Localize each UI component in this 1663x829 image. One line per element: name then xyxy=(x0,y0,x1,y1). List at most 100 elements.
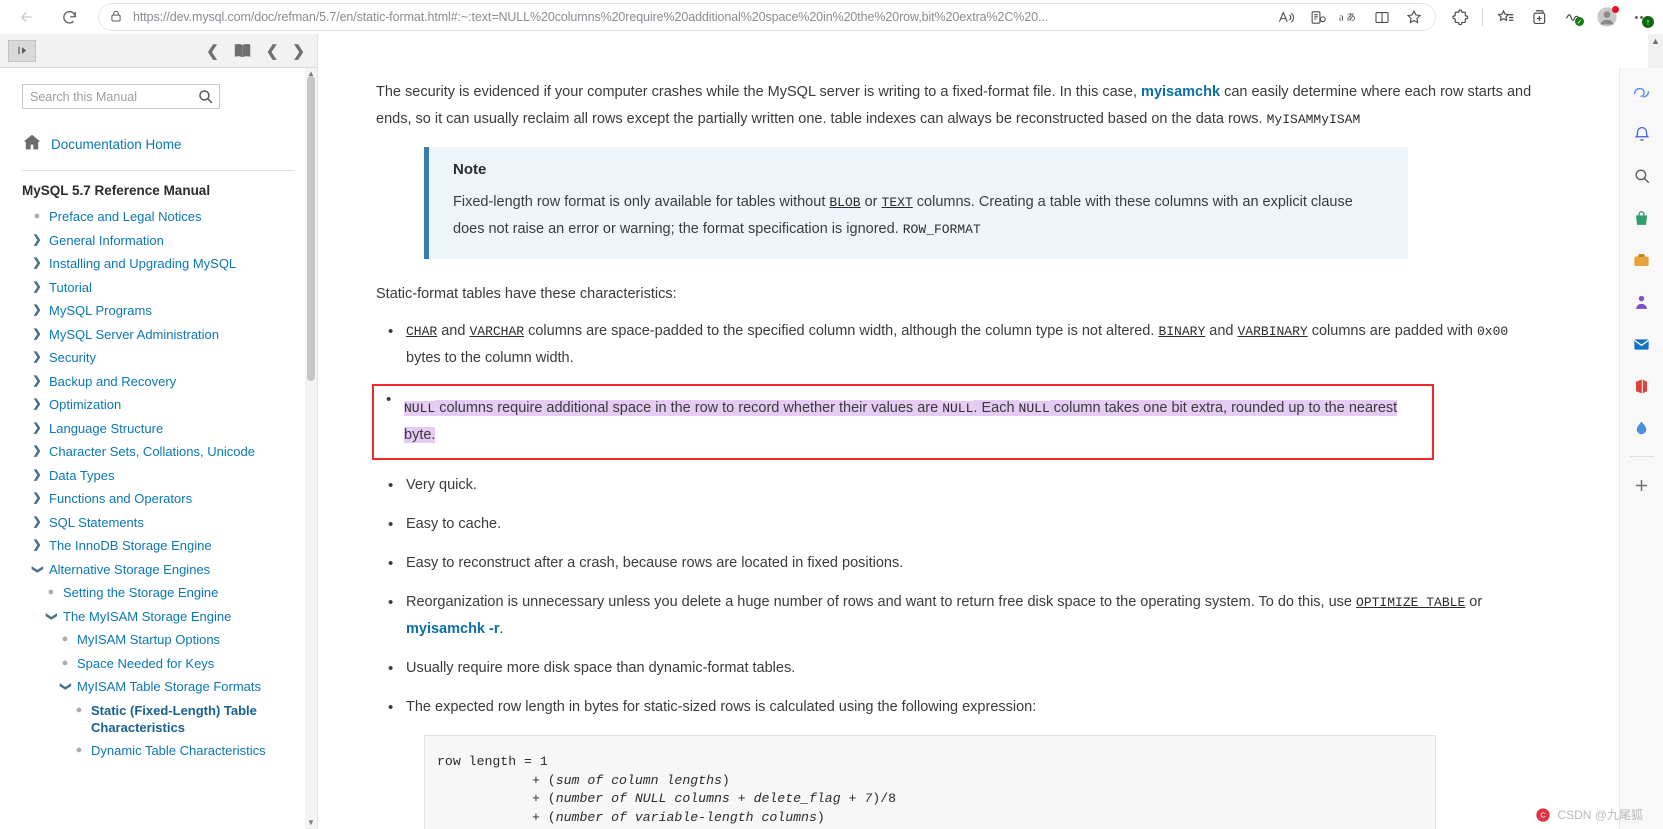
browser-essentials-icon[interactable]: ✓ xyxy=(1557,2,1589,32)
sidebar-item-space-needed-for-keys[interactable]: ● Space Needed for Keys xyxy=(22,655,295,672)
chevron-right-icon[interactable]: ❯ xyxy=(32,537,42,554)
chevron-right-icon[interactable]: ❯ xyxy=(32,420,42,437)
search-icon[interactable] xyxy=(197,88,214,110)
sidebar-item-label[interactable]: Backup and Recovery xyxy=(49,373,176,390)
sidebar-item-backup-and-recovery[interactable]: ❯ Backup and Recovery xyxy=(22,373,295,390)
myisamchk-link[interactable]: myisamchk xyxy=(1141,84,1220,100)
chevron-right-icon[interactable]: ❯ xyxy=(32,396,42,413)
reload-icon[interactable] xyxy=(52,2,86,32)
chevron-right-icon[interactable]: ❯ xyxy=(32,490,42,507)
sidebar-item-preface-and-legal-notices[interactable]: ● Preface and Legal Notices xyxy=(22,208,295,225)
sidebar-item-label[interactable]: Preface and Legal Notices xyxy=(49,208,201,225)
sidebar-item-label[interactable]: The MyISAM Storage Engine xyxy=(63,608,231,625)
sidebar-item-label[interactable]: MySQL Programs xyxy=(49,302,152,319)
sidebar-item-label[interactable]: Space Needed for Keys xyxy=(77,655,214,672)
split-screen-icon[interactable] xyxy=(1367,4,1397,30)
sidebar-item-data-types[interactable]: ❯ Data Types xyxy=(22,467,295,484)
sidebar-item-label[interactable]: Installing and Upgrading MySQL xyxy=(49,255,236,272)
inline-code-link[interactable]: CHAR xyxy=(406,324,437,339)
inline-code-link[interactable]: OPTIMIZE TABLE xyxy=(1356,595,1465,610)
chevron-right-icon[interactable]: ❯ xyxy=(32,255,42,272)
chevron-right-icon[interactable]: ❯ xyxy=(32,279,42,296)
chevron-down-icon[interactable]: ❯ xyxy=(57,682,74,692)
documentation-home-row[interactable]: Documentation Home xyxy=(22,133,295,156)
favorite-star-icon[interactable] xyxy=(1399,4,1429,30)
content-scroll-up-arrow[interactable]: ▲ xyxy=(1648,34,1663,49)
sidebar-item-mysql-server-administration[interactable]: ❯ MySQL Server Administration xyxy=(22,326,295,343)
sidebar-item-installing-and-upgrading-mysql[interactable]: ❯ Installing and Upgrading MySQL xyxy=(22,255,295,272)
sidebar-item-label[interactable]: Data Types xyxy=(49,467,115,484)
sidebar-item-label[interactable]: MySQL Server Administration xyxy=(49,326,219,343)
documentation-home-link[interactable]: Documentation Home xyxy=(51,137,182,152)
sidebar-item-label[interactable]: Dynamic Table Characteristics xyxy=(91,742,266,759)
sidebar-item-label[interactable]: SQL Statements xyxy=(49,514,144,531)
sidebar-item-the-innodb-storage-engine[interactable]: ❯ The InnoDB Storage Engine xyxy=(22,537,295,554)
read-aloud-icon[interactable] xyxy=(1271,4,1301,30)
sidebar-item-label[interactable]: General Information xyxy=(49,232,164,249)
inline-code-link[interactable]: VARCHAR xyxy=(469,324,524,339)
book-icon[interactable] xyxy=(233,42,252,59)
inline-code-link[interactable]: BINARY xyxy=(1158,324,1205,339)
sidebar-item-label[interactable]: MyISAM Table Storage Formats xyxy=(77,678,261,695)
sidebar-item-label[interactable]: Tutorial xyxy=(49,279,92,296)
chevron-up-icon[interactable]: ❮ xyxy=(266,42,279,60)
sidebar-scrollbar[interactable]: ▲ ▼ xyxy=(305,68,317,829)
sidebar-item-label[interactable]: Static (Fixed-Length) Table Characterist… xyxy=(91,702,295,736)
sidebar-item-label[interactable]: Character Sets, Collations, Unicode xyxy=(49,443,255,460)
chevron-down-icon[interactable]: ❯ xyxy=(29,564,46,574)
note-code-text[interactable]: TEXT xyxy=(882,195,913,210)
address-bar[interactable]: https://dev.mysql.com/doc/refman/5.7/en/… xyxy=(98,3,1436,31)
chevron-left-icon[interactable]: ❮ xyxy=(206,42,219,60)
games-icon[interactable] xyxy=(1628,288,1656,316)
sidebar-item-label[interactable]: Optimization xyxy=(49,396,121,413)
inline-link[interactable]: myisamchk -r xyxy=(406,621,500,637)
sidebar-item-label[interactable]: Functions and Operators xyxy=(49,490,192,507)
sidebar-item-mysql-programs[interactable]: ❯ MySQL Programs xyxy=(22,302,295,319)
sidebar-item-myisam-startup-options[interactable]: ● MyISAM Startup Options xyxy=(22,631,295,648)
update-available-badge[interactable]: ↑ xyxy=(1642,16,1654,28)
chevron-right-icon[interactable]: ❯ xyxy=(32,514,42,531)
sidebar-item-alternative-storage-engines[interactable]: ❯ Alternative Storage Engines xyxy=(22,561,295,578)
chevron-down-icon[interactable]: ❯ xyxy=(43,611,60,621)
chevron-right-icon[interactable]: ❯ xyxy=(32,302,42,319)
sidebar-item-sql-statements[interactable]: ❯ SQL Statements xyxy=(22,514,295,531)
sidebar-collapse-button[interactable] xyxy=(8,39,36,62)
sidebar-item-label[interactable]: Security xyxy=(49,349,96,366)
sidebar-item-character-sets-collations-unicode[interactable]: ❯ Character Sets, Collations, Unicode xyxy=(22,443,295,460)
sidebar-item-myisam-table-storage-formats[interactable]: ❯ MyISAM Table Storage Formats xyxy=(22,678,295,695)
chevron-right-icon[interactable]: ❯ xyxy=(32,232,42,249)
search-rail-icon[interactable] xyxy=(1628,162,1656,190)
sidebar-item-label[interactable]: The InnoDB Storage Engine xyxy=(49,537,212,554)
profile-avatar-icon[interactable] xyxy=(1591,2,1623,32)
sidebar-scroll-down-arrow[interactable]: ▼ xyxy=(305,817,317,829)
sidebar-item-functions-and-operators[interactable]: ❯ Functions and Operators xyxy=(22,490,295,507)
inline-code-link[interactable]: VARBINARY xyxy=(1238,324,1308,339)
back-arrow-icon[interactable] xyxy=(10,2,44,32)
search-this-manual[interactable] xyxy=(22,84,220,109)
sidebar-item-label[interactable]: MyISAM Startup Options xyxy=(77,631,220,648)
collections-icon[interactable] xyxy=(1489,2,1521,32)
chevron-right-icon[interactable]: ❯ xyxy=(32,349,42,366)
sidebar-item-setting-the-storage-engine[interactable]: ● Setting the Storage Engine xyxy=(22,584,295,601)
office-icon[interactable] xyxy=(1628,372,1656,400)
sidebar-item-optimization[interactable]: ❯ Optimization xyxy=(22,396,295,413)
sidebar-item-security[interactable]: ❯ Security xyxy=(22,349,295,366)
sidebar-item-label[interactable]: Setting the Storage Engine xyxy=(63,584,218,601)
drop-icon[interactable] xyxy=(1628,414,1656,442)
chevron-right-icon[interactable]: ❯ xyxy=(32,326,42,343)
copilot-icon[interactable] xyxy=(1628,78,1656,106)
settings-and-more-icon[interactable]: ↑ xyxy=(1625,2,1657,32)
shopping-bag-icon[interactable] xyxy=(1628,204,1656,232)
add-rail-icon[interactable] xyxy=(1628,471,1656,499)
search-input[interactable] xyxy=(23,85,219,108)
chevron-right-icon[interactable]: ❯ xyxy=(32,443,42,460)
sidebar-scroll-thumb[interactable] xyxy=(307,76,315,381)
tools-icon[interactable] xyxy=(1628,246,1656,274)
sidebar-item-dynamic-table-characteristics[interactable]: ● Dynamic Table Characteristics xyxy=(22,742,295,759)
chevron-right-icon[interactable]: ❯ xyxy=(32,373,42,390)
sidebar-item-label[interactable]: Language Structure xyxy=(49,420,163,437)
chevron-right-icon[interactable]: ❯ xyxy=(292,42,305,60)
sidebar-item-label[interactable]: Alternative Storage Engines xyxy=(49,561,210,578)
extensions-puzzle-icon[interactable] xyxy=(1444,2,1476,32)
outlook-icon[interactable] xyxy=(1628,330,1656,358)
